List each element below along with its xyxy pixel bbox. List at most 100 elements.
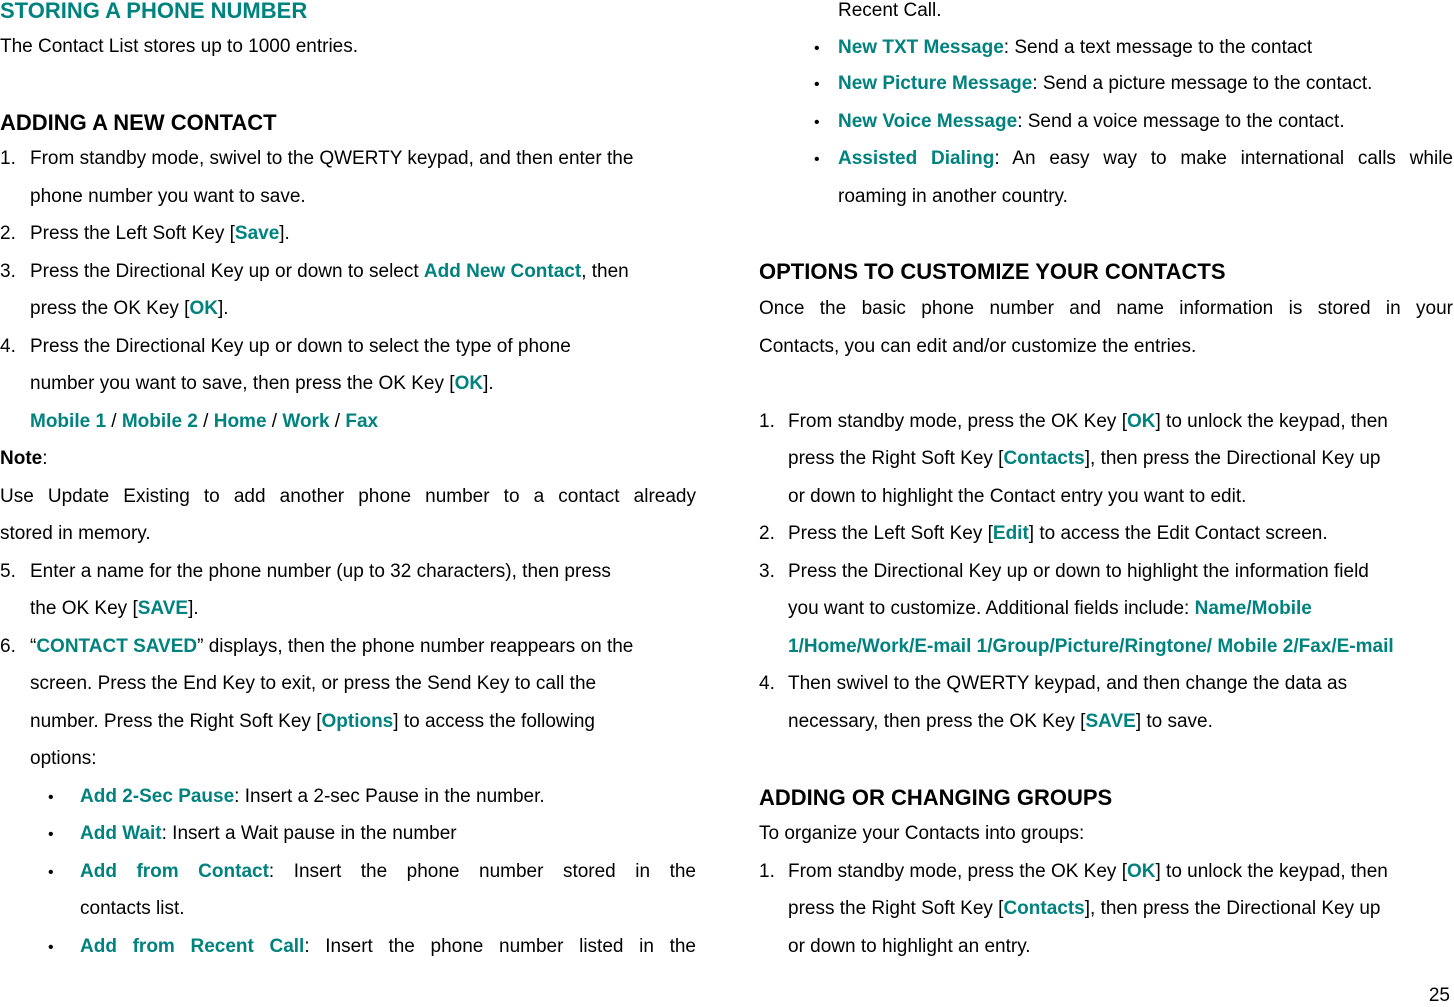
intro-text: The Contact List stores up to 1000 entri…	[0, 36, 359, 57]
key-label: SAVE	[1085, 711, 1136, 732]
key-label: Save	[234, 223, 280, 244]
text: Press the Directional Key up or down to …	[30, 261, 424, 282]
bullet-icon: •	[814, 40, 820, 57]
note-text: stored in memory.	[0, 523, 151, 544]
step-text: Press the Directional Key up or down to …	[30, 261, 629, 283]
bullet-icon: •	[48, 826, 54, 843]
step-text: the OK Key [SAVE].	[30, 598, 199, 620]
step-text: “CONTACT SAVED” displays, then the phone…	[30, 636, 633, 658]
option-desc: : Insert a 2-sec Pause in the number.	[234, 786, 545, 807]
step-number: 2.	[759, 523, 775, 544]
text: ].	[217, 298, 229, 319]
step-text: number you want to save, then press the …	[30, 373, 494, 395]
separator: /	[266, 411, 283, 432]
text: ].	[188, 598, 199, 619]
step-number: 1.	[759, 861, 775, 882]
phone-type: Home	[213, 411, 267, 432]
text: , then	[581, 261, 629, 282]
step-text: options:	[30, 748, 97, 769]
step-number: 2.	[0, 223, 16, 244]
step-text: Press the Directional Key up or down to …	[788, 561, 1369, 582]
option-desc: : An easy way to make international call…	[994, 148, 1453, 169]
separator: /	[197, 411, 214, 432]
step-text: number. Press the Right Soft Key [Option…	[30, 711, 595, 733]
text: number you want to save, then press the …	[30, 373, 455, 394]
section-heading-adding-contact: ADDING A NEW CONTACT	[0, 110, 277, 135]
step-text: or down to highlight the Contact entry y…	[788, 486, 1247, 507]
option-desc: : Send a picture message to the contact.	[1032, 73, 1373, 94]
option-name: Add from Contact	[80, 861, 269, 882]
step-number: 1.	[759, 411, 775, 432]
option-name: Add Wait	[80, 823, 162, 844]
bullet-icon: •	[814, 76, 820, 93]
key-label: SAVE	[137, 598, 189, 619]
option-desc: : Send a voice message to the contact.	[1017, 111, 1345, 132]
note-label: Note:	[0, 448, 48, 470]
option-desc: : Insert a Wait pause in the number	[161, 823, 457, 844]
step-number: 4.	[0, 336, 16, 357]
step-text: screen. Press the End Key to exit, or pr…	[30, 673, 597, 694]
text: ] to access the Edit Contact screen.	[1028, 523, 1328, 544]
note-text: Use Update Existing to add another phone…	[0, 486, 696, 507]
step-text: Press the Directional Key up or down to …	[30, 336, 571, 357]
text: ], then press the Directional Key up	[1084, 448, 1381, 469]
step-text: Enter a name for the phone number (up to…	[30, 561, 611, 582]
section-heading-customize: OPTIONS TO CUSTOMIZE YOUR CONTACTS	[759, 259, 1226, 284]
text: the OK Key [	[30, 598, 138, 619]
option-name: Add from Recent Call	[80, 936, 305, 957]
text: Press the Left Soft Key [	[788, 523, 993, 544]
menu-option-label: Add New Contact	[423, 261, 582, 282]
bullet-icon: •	[48, 789, 54, 806]
step-number: 6.	[0, 636, 16, 657]
step-text: Then swivel to the QWERTY keypad, and th…	[788, 673, 1348, 694]
option-desc: roaming in another country.	[838, 186, 1068, 207]
phone-type: Work	[282, 411, 330, 432]
status-label: CONTACT SAVED	[36, 636, 198, 657]
option-name: Assisted Dialing	[838, 148, 995, 169]
option-name: New Voice Message	[838, 111, 1018, 132]
bullet-icon: •	[48, 864, 54, 881]
field-list: Name/Mobile	[1194, 598, 1312, 619]
section-heading-groups: ADDING OR CHANGING GROUPS	[759, 785, 1113, 810]
bullet-icon: •	[814, 151, 820, 168]
option-name: New TXT Message	[838, 37, 1004, 58]
text: ] to unlock the keypad, then	[1155, 861, 1388, 882]
text: ” displays, then the phone number reappe…	[197, 636, 634, 657]
step-text: press the OK Key [OK].	[30, 298, 229, 320]
phone-type: Mobile 1	[30, 411, 107, 432]
bullet-icon: •	[48, 939, 54, 956]
text: you want to customize. Additional fields…	[788, 598, 1195, 619]
phone-type: Fax	[345, 411, 379, 432]
step-number: 5.	[0, 561, 16, 582]
text: ], then press the Directional Key up	[1084, 898, 1381, 919]
step-text: Press the Left Soft Key [Save].	[30, 223, 290, 245]
step-text: From standby mode, swivel to the QWERTY …	[30, 148, 634, 169]
text: ].	[483, 373, 494, 394]
text: press the OK Key [	[30, 298, 190, 319]
option-desc: : Send a text message to the contact	[1003, 37, 1313, 58]
option-name: Add 2-Sec Pause	[80, 786, 235, 807]
text: Press the Left Soft Key [	[30, 223, 235, 244]
key-label: Options	[321, 711, 394, 732]
step-number: 3.	[0, 261, 16, 282]
text: ] to access the following	[393, 711, 595, 732]
phone-type: Mobile 2	[121, 411, 198, 432]
section-intro: Contacts, you can edit and/or customize …	[759, 336, 1197, 357]
key-label: OK	[1126, 411, 1156, 432]
text: press the Right Soft Key [	[788, 448, 1004, 469]
key-label: Contacts	[1003, 898, 1085, 919]
step-number: 1.	[0, 148, 16, 169]
section-intro: To organize your Contacts into groups:	[759, 823, 1085, 844]
separator: /	[106, 411, 122, 432]
text: ] to unlock the keypad, then	[1155, 411, 1388, 432]
page-title: STORING A PHONE NUMBER	[0, 0, 308, 23]
option-desc: : Insert the phone number listed in the	[304, 936, 696, 957]
key-label: OK	[1126, 861, 1156, 882]
section-intro: Once the basic phone number and name inf…	[759, 298, 1453, 319]
text: ] to save.	[1135, 711, 1213, 732]
phone-type-list: Mobile 1 / Mobile 2 / Home / Work / Fax	[30, 411, 378, 433]
text: press the Right Soft Key [	[788, 898, 1004, 919]
step-number: 3.	[759, 561, 775, 582]
key-label: Edit	[992, 523, 1029, 544]
key-label: OK	[454, 373, 484, 394]
